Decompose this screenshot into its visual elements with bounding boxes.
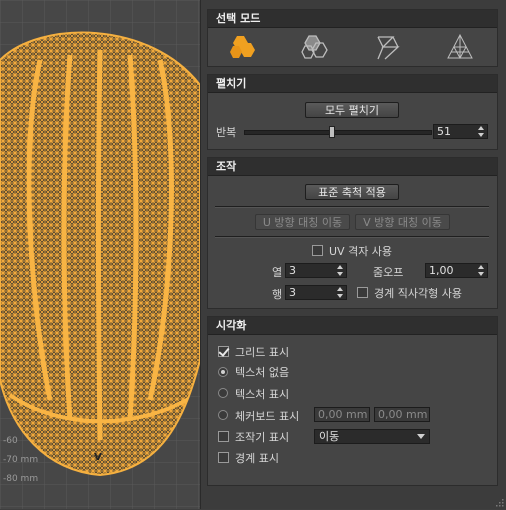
columns-value: 3: [289, 264, 296, 277]
axis-tick-label: -70 mm: [3, 455, 39, 465]
show-boundary-label: 경계 표시: [235, 452, 279, 465]
checker-v-value: 0,00 mm: [378, 408, 428, 421]
vertex-select-icon[interactable]: [373, 32, 403, 62]
show-boundary-checkbox[interactable]: [218, 452, 229, 463]
chevron-down-icon[interactable]: [417, 434, 425, 439]
uv-grid-checkbox[interactable]: [312, 245, 323, 256]
axis-tick-label: -80 mm: [3, 474, 39, 484]
show-grid-label: 그리드 표시: [235, 346, 290, 359]
show-grid-checkbox[interactable]: [218, 346, 229, 357]
spinner-arrows-icon[interactable]: [478, 265, 485, 276]
checker-u-value: 0,00 mm: [318, 408, 368, 421]
boundary-rect-label: 경계 직사각형 사용: [374, 287, 462, 300]
unfold-all-button[interactable]: 모두 펼치기: [305, 102, 399, 118]
uv-grid-label: UV 격자 사용: [329, 245, 393, 258]
section-title[interactable]: 시각화: [208, 317, 497, 335]
rows-spinner[interactable]: 3: [285, 285, 347, 300]
checkerboard-label: 체커보드 표시: [235, 410, 300, 423]
checker-u-field[interactable]: 0,00 mm: [314, 407, 370, 422]
boundary-rect-checkbox[interactable]: [357, 287, 368, 298]
iterations-label: 반복: [216, 126, 237, 139]
edge-select-icon[interactable]: [301, 32, 331, 62]
no-texture-radio[interactable]: [218, 367, 228, 377]
iterations-spinner[interactable]: 51: [433, 124, 488, 139]
spinner-arrows-icon[interactable]: [337, 265, 344, 276]
section-title[interactable]: 펼치기: [208, 75, 497, 93]
divider: [215, 236, 489, 238]
iterations-slider-track[interactable]: [244, 126, 432, 138]
uv-mesh-canvas[interactable]: [0, 0, 200, 509]
show-texture-radio[interactable]: [218, 388, 228, 398]
resize-grip-icon[interactable]: [494, 497, 504, 507]
apply-standard-scale-button[interactable]: 표준 축척 적용: [305, 184, 399, 200]
spinner-arrows-icon[interactable]: [478, 126, 485, 137]
rows-value: 3: [289, 286, 296, 299]
section-title[interactable]: 선택 모드: [208, 10, 497, 28]
mirror-v-button[interactable]: V 방향 대칭 이동: [355, 214, 450, 230]
manipulator-mode-value: 이동: [319, 430, 340, 443]
divider: [215, 206, 489, 208]
mesh-select-icon[interactable]: [445, 32, 475, 62]
show-manipulator-checkbox[interactable]: [218, 431, 229, 442]
checkerboard-radio[interactable]: [218, 410, 228, 420]
spinner-arrows-icon[interactable]: [337, 287, 344, 298]
no-texture-label: 텍스처 없음: [235, 366, 290, 379]
checker-v-field[interactable]: 0,00 mm: [374, 407, 430, 422]
uv-pin-label: V: [94, 452, 102, 463]
zoom-offset-label: 줌오프: [373, 266, 404, 279]
uv-viewport[interactable]: -60 -70 mm -80 mm V: [0, 0, 200, 509]
show-manipulator-label: 조작기 표시: [235, 431, 290, 444]
polygon-select-icon[interactable]: [229, 32, 259, 62]
axis-tick-label: -60: [3, 436, 18, 446]
uv-properties-panel: 선택 모드 펼치기 모두 펼치기 반복 51 조작 표준 축척 적용 U 방향 …: [200, 0, 506, 509]
zoom-offset-value: 1,00: [429, 264, 454, 277]
uv-shell[interactable]: [0, 31, 200, 477]
iterations-slider-thumb[interactable]: [329, 126, 336, 138]
iterations-value: 51: [437, 125, 451, 138]
section-title[interactable]: 조작: [208, 158, 497, 176]
zoom-offset-spinner[interactable]: 1,00: [425, 263, 488, 278]
columns-label: 열: [272, 266, 283, 279]
manipulator-mode-dropdown[interactable]: 이동: [314, 429, 430, 444]
mirror-u-button[interactable]: U 방향 대칭 이동: [255, 214, 350, 230]
rows-label: 행: [272, 288, 283, 301]
columns-spinner[interactable]: 3: [285, 263, 347, 278]
show-texture-label: 텍스처 표시: [235, 388, 290, 401]
